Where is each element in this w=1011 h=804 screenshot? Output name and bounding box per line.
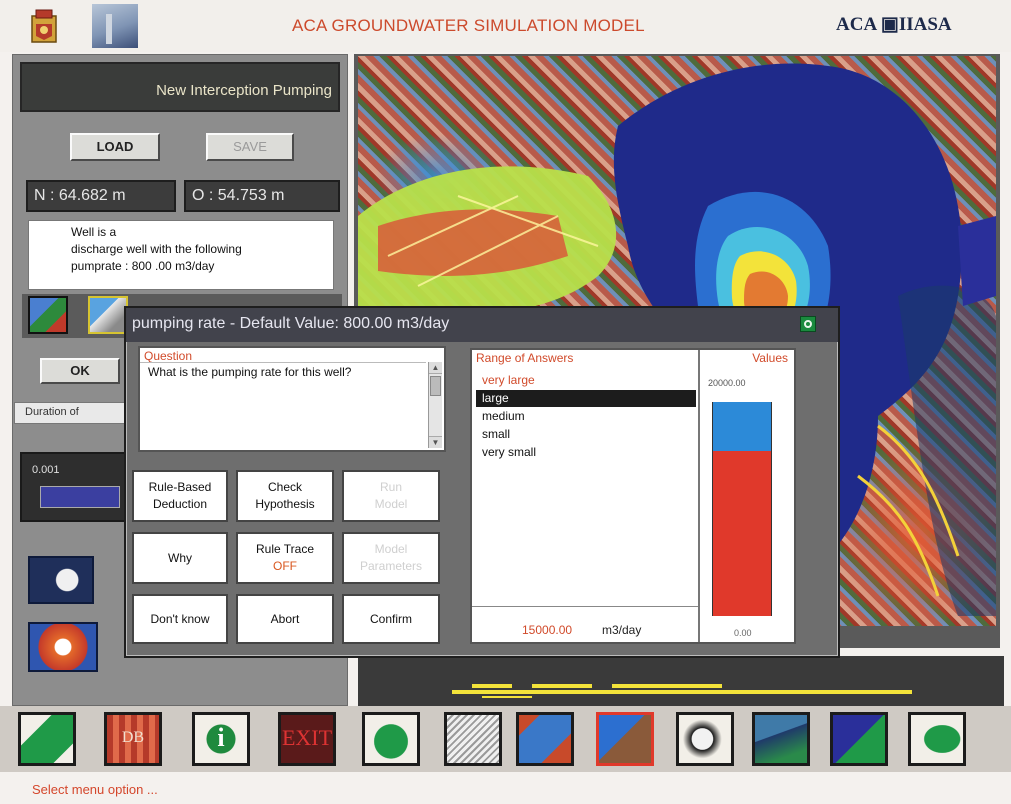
- button-line: Abort: [270, 611, 300, 626]
- concentration-panel: 0.001: [20, 452, 130, 522]
- header-photo-icon: [92, 4, 138, 48]
- coordinate-n: N : 64.682 m: [26, 180, 176, 212]
- status-text: Select menu option ...: [32, 782, 158, 797]
- rule-trace-state: OFF: [273, 559, 297, 573]
- abort-button[interactable]: Abort: [236, 594, 334, 644]
- concentration-bar[interactable]: [40, 486, 120, 508]
- ok-button[interactable]: OK: [40, 358, 120, 384]
- value-scale-min: 0.00: [734, 628, 752, 638]
- flow-network-icon[interactable]: [516, 712, 574, 766]
- dialog-close-icon[interactable]: [800, 316, 816, 332]
- face-icon[interactable]: [28, 556, 94, 604]
- answer-option[interactable]: medium: [476, 408, 696, 425]
- info-glyph: i: [217, 723, 225, 752]
- load-button[interactable]: LOAD: [70, 133, 160, 161]
- well-panel-header: New Interception Pumping: [20, 62, 340, 112]
- button-line: Rule-Based: [148, 480, 212, 494]
- answers-header: Range of Answers: [476, 351, 574, 365]
- answers-bottom-rule: [472, 606, 698, 607]
- button-line: Parameters: [359, 559, 423, 573]
- answers-divider: [698, 350, 700, 642]
- button-line: Hypothesis: [255, 497, 315, 511]
- dialog-titlebar[interactable]: pumping rate - Default Value: 800.00 m3/…: [126, 308, 838, 342]
- concentration-value: 0.001: [32, 464, 60, 476]
- question-text: What is the pumping rate for this well?: [148, 365, 352, 379]
- button-line: Don't know: [150, 611, 210, 626]
- answer-option[interactable]: very large: [476, 372, 696, 389]
- scroll-up-icon[interactable]: ▲: [429, 362, 442, 374]
- scenario-icon[interactable]: [830, 712, 888, 766]
- app-title: ACA GROUNDWATER SIMULATION MODEL: [292, 16, 645, 35]
- button-line: Why: [168, 550, 192, 565]
- contamination-icon[interactable]: [676, 712, 734, 766]
- dont-know-button[interactable]: Don't know: [132, 594, 228, 644]
- answer-value: 15000.00: [522, 623, 573, 637]
- answer-unit: m3/day: [602, 623, 642, 637]
- timeline-strip: [358, 656, 1004, 708]
- exit-label: EXIT: [281, 725, 333, 750]
- well-info-line: pumprate : 800 .00 m3/day: [71, 259, 215, 273]
- button-line: Deduction: [152, 497, 208, 511]
- button-line: Run: [379, 480, 402, 494]
- question-scrollbar[interactable]: ▲ ▼: [428, 362, 442, 448]
- well-info: Well is a discharge well with the follow…: [28, 220, 334, 290]
- rule-based-deduction-button[interactable]: Rule-Based Deduction: [132, 470, 228, 522]
- save-button[interactable]: SAVE: [206, 133, 294, 161]
- coordinate-o: O : 54.753 m: [184, 180, 340, 212]
- well-panel-title: New Interception Pumping: [156, 82, 332, 99]
- skull-hazard-icon[interactable]: [28, 622, 98, 672]
- database-label: DB: [121, 729, 145, 746]
- brand-logo: ACA ▣IIASA: [836, 14, 952, 35]
- question-divider: [140, 362, 426, 363]
- question-box: Question What is the pumping rate for th…: [138, 346, 446, 452]
- info-icon[interactable]: i: [192, 712, 250, 766]
- button-line: Model: [374, 542, 408, 556]
- value-bar-fill[interactable]: [712, 451, 772, 616]
- button-line: Check: [267, 480, 302, 494]
- answers-box: Range of Answers Values very large large…: [470, 348, 796, 644]
- button-line: Confirm: [369, 611, 412, 626]
- map-edit-icon[interactable]: [18, 712, 76, 766]
- coat-of-arms-icon: [31, 9, 57, 43]
- why-button[interactable]: Why: [132, 532, 228, 584]
- exit-button[interactable]: EXIT: [278, 712, 336, 766]
- model-parameters-button[interactable]: Model Parameters: [342, 532, 440, 584]
- run-model-button[interactable]: Run Model: [342, 470, 440, 522]
- check-hypothesis-button[interactable]: Check Hypothesis: [236, 470, 334, 522]
- well-info-line: discharge well with the following: [71, 242, 242, 256]
- answer-option[interactable]: very small: [476, 444, 696, 461]
- selected-well-icon[interactable]: [88, 296, 128, 334]
- timeline-track[interactable]: [452, 684, 912, 698]
- question-label: Question: [144, 349, 193, 363]
- well-info-line: Well is a: [71, 225, 117, 239]
- button-line: Model: [374, 497, 408, 511]
- dialog-title: pumping rate - Default Value: 800.00 m3/…: [132, 315, 450, 332]
- button-line: Rule Trace: [255, 542, 315, 556]
- values-header: Values: [752, 351, 788, 365]
- confirm-button[interactable]: Confirm: [342, 594, 440, 644]
- landscape-icon[interactable]: [752, 712, 810, 766]
- rule-trace-button[interactable]: Rule Trace OFF: [236, 532, 334, 584]
- grid-icon[interactable]: [444, 712, 502, 766]
- house-well-icon[interactable]: [28, 296, 68, 334]
- zone-icon[interactable]: [908, 712, 966, 766]
- pumping-well-icon[interactable]: [596, 712, 654, 766]
- value-bar-upper: [712, 402, 772, 451]
- scroll-thumb[interactable]: [430, 376, 441, 396]
- answer-option[interactable]: small: [476, 426, 696, 443]
- scroll-down-icon[interactable]: ▼: [429, 436, 442, 448]
- database-icon[interactable]: DB: [104, 712, 162, 766]
- answer-option-selected[interactable]: large: [476, 390, 696, 407]
- region-icon[interactable]: [362, 712, 420, 766]
- value-scale-max: 20000.00: [708, 378, 746, 388]
